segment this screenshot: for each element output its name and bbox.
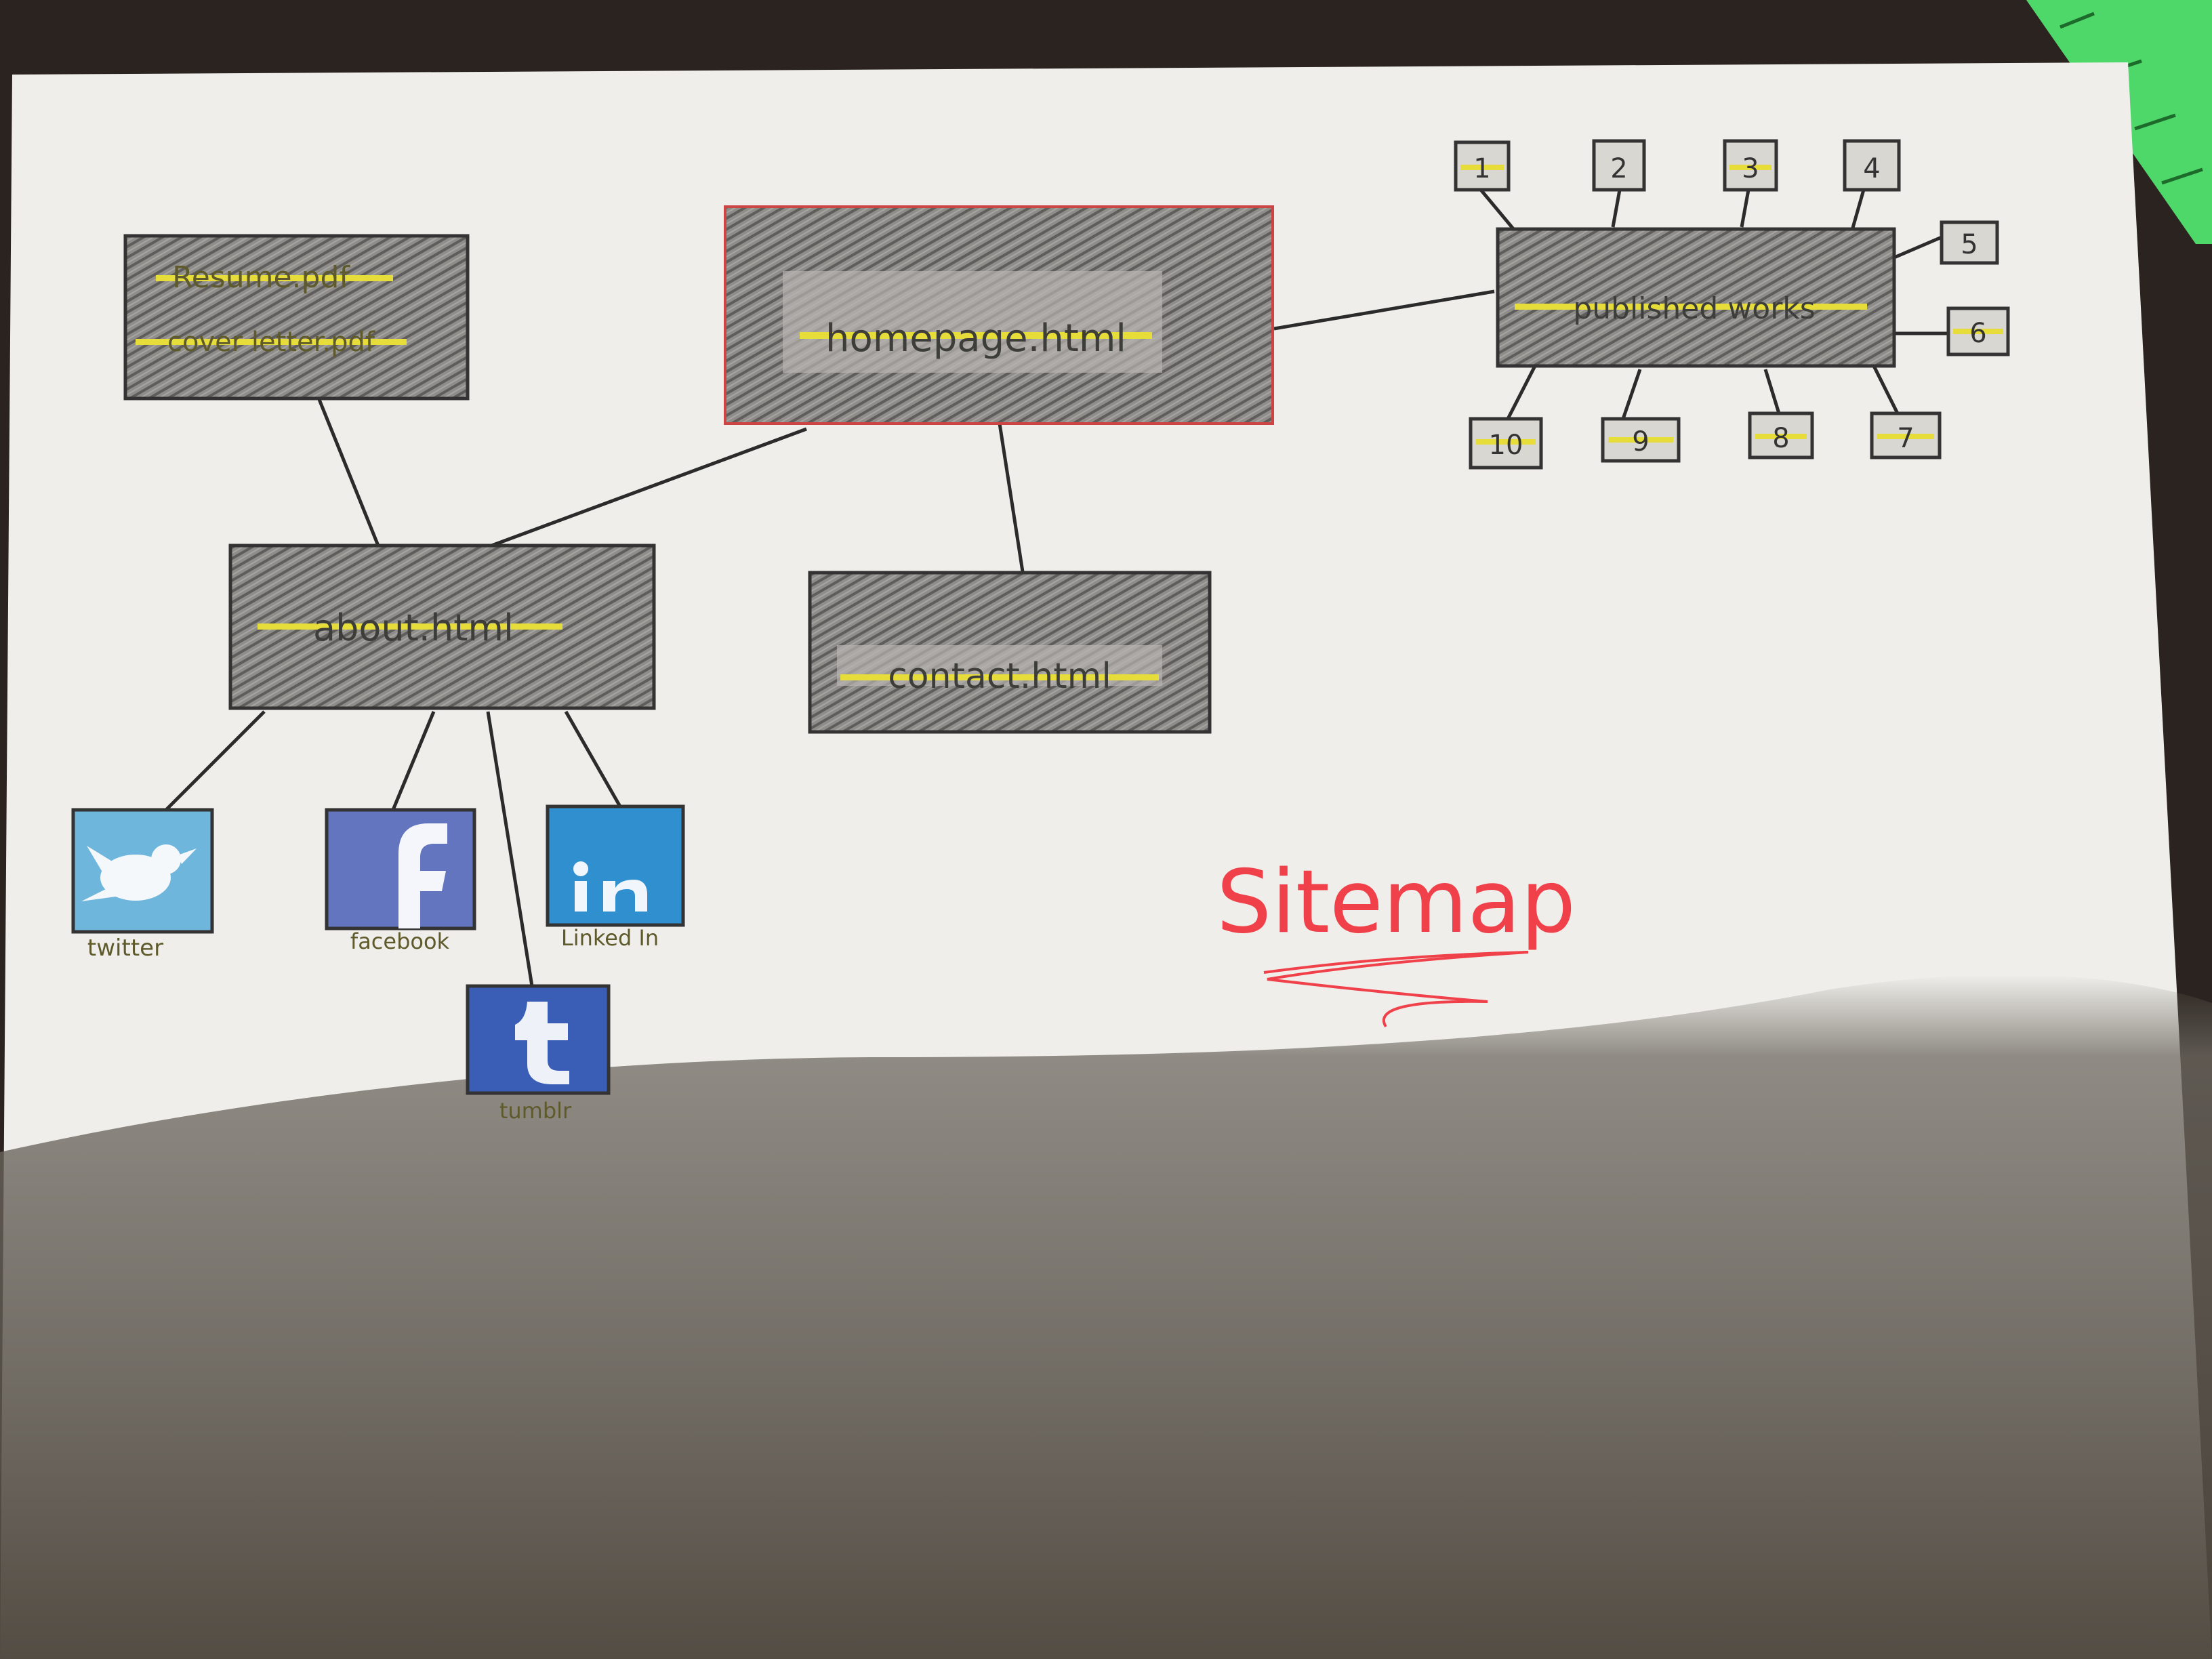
page-node-10: 10 [1469, 417, 1543, 470]
facebook-label: facebook [350, 928, 450, 954]
about-label: about.html [313, 607, 514, 649]
page-label-9: 9 [1632, 426, 1649, 457]
page-label-2: 2 [1610, 153, 1627, 184]
node-published-works: published works [1496, 227, 1896, 368]
published-works-label: published works [1573, 291, 1815, 326]
page-label-7: 7 [1897, 423, 1914, 454]
page-label-10: 10 [1489, 430, 1523, 461]
cover-letter-label: cover letter.pdf [167, 327, 375, 358]
diagram-canvas: homepage.html Resume.pdf cover letter.pd… [0, 0, 2212, 1659]
page-node-6: 6 [1946, 306, 2010, 356]
contact-label: contact.html [888, 656, 1111, 697]
page-node-3: 3 [1723, 139, 1778, 192]
tumblr-label: tumblr [499, 1098, 572, 1124]
page-node-2: 2 [1592, 139, 1646, 192]
page-node-9: 9 [1601, 417, 1681, 463]
sitemap-photo: homepage.html Resume.pdf cover letter.pd… [0, 0, 2212, 1659]
resume-label: Resume.pdf [172, 260, 350, 295]
node-resume: Resume.pdf cover letter.pdf [123, 234, 470, 401]
twitter-label: twitter [87, 935, 163, 962]
page-node-1: 1 [1454, 140, 1511, 192]
page-node-7: 7 [1870, 411, 1942, 459]
page-node-4: 4 [1843, 139, 1901, 192]
page-node-5: 5 [1940, 220, 1999, 265]
page-node-8: 8 [1748, 411, 1814, 459]
page-label-3: 3 [1742, 153, 1759, 184]
page-label-1: 1 [1473, 153, 1490, 184]
page-label-4: 4 [1863, 153, 1880, 184]
node-about: about.html [228, 544, 656, 710]
homepage-label: homepage.html [825, 316, 1126, 361]
node-homepage: homepage.html [724, 205, 1274, 425]
sitemap-title: Sitemap [1216, 852, 1576, 953]
page-label-6: 6 [1969, 318, 1986, 349]
linkedin-label: Linked In [561, 925, 659, 951]
page-label-8: 8 [1772, 423, 1789, 454]
page-label-5: 5 [1961, 229, 1978, 260]
node-contact: contact.html [808, 571, 1212, 734]
